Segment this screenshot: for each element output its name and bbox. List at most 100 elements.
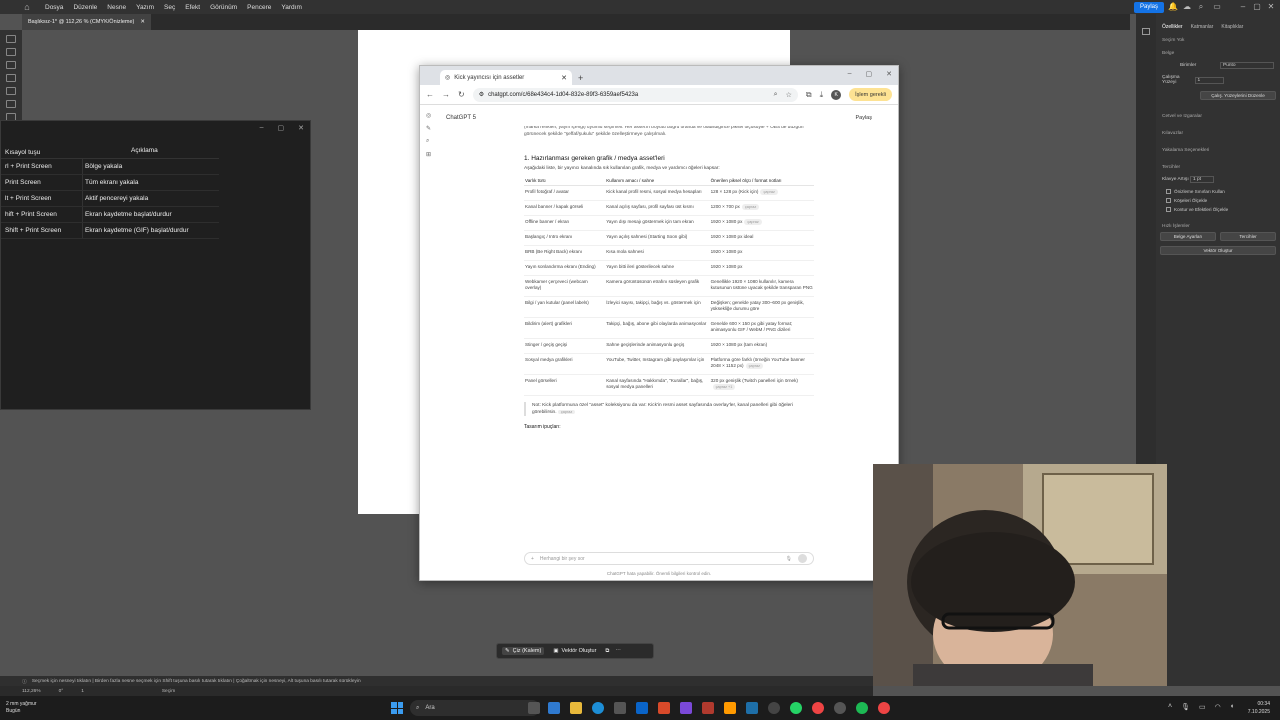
weather-widget[interactable]: 2 mm yağmur Bugün	[6, 701, 37, 715]
comments-icon[interactable]	[1142, 28, 1150, 35]
menu-item-edit[interactable]: Düzenle	[68, 4, 102, 11]
magic-wand-tool-icon[interactable]	[6, 61, 16, 69]
minimize-icon[interactable]: –	[260, 124, 264, 132]
document-tab[interactable]: Başlıksız-1* @ 112,26 % (CMYK/Önizleme) …	[22, 14, 151, 30]
address-bar[interactable]: ⚙ chatgpt.com/c/68e434c4-1d04-832e-89f3-…	[472, 87, 798, 102]
menu-item-object[interactable]: Nesne	[102, 4, 131, 11]
pen-tool-icon[interactable]	[6, 74, 16, 82]
close-tab-icon[interactable]: ✕	[561, 74, 567, 82]
office-icon[interactable]	[658, 702, 670, 714]
chevron-up-icon[interactable]: ˄	[1168, 703, 1172, 711]
browser-tab[interactable]: ◎ Kick yayıncısı için assetler ✕	[440, 70, 572, 85]
draw-pen-button[interactable]: ✎ Çiz (Kalem)	[502, 647, 545, 655]
obsidian-icon[interactable]	[680, 702, 692, 714]
reload-icon[interactable]: ↻	[458, 90, 465, 99]
chrome-profile-icon[interactable]	[878, 702, 890, 714]
share-chat-button[interactable]: Paylaş	[855, 115, 872, 121]
menu-item-type[interactable]: Yazım	[131, 4, 159, 11]
microphone-icon[interactable]: 🎙	[786, 556, 792, 562]
close-icon[interactable]: ✕	[886, 70, 892, 78]
volume-icon[interactable]: ◖	[1230, 703, 1234, 711]
edge-icon[interactable]	[592, 702, 604, 714]
library-icon[interactable]: ⊞	[426, 151, 436, 158]
selection-tool-icon[interactable]	[6, 35, 16, 43]
minimize-icon[interactable]: –	[1238, 2, 1248, 12]
more-icon[interactable]: ⋯	[615, 648, 621, 654]
tab-layers[interactable]: Katmanlar	[1191, 24, 1214, 30]
extensions-icon[interactable]: ⧉	[806, 90, 812, 100]
composer-input[interactable]: Herhangi bir şey sor	[540, 556, 585, 562]
download-icon[interactable]: ⤓	[820, 90, 824, 100]
artboard-number[interactable]: 1	[81, 689, 84, 694]
zoom-level[interactable]: 112,26%	[22, 689, 41, 694]
profile-avatar[interactable]: K	[831, 89, 842, 100]
github-icon[interactable]	[768, 702, 780, 714]
rotation-angle[interactable]: 0°	[59, 689, 64, 694]
display-icon[interactable]: ▭	[1199, 703, 1206, 711]
store-icon[interactable]	[614, 702, 626, 714]
steam-icon[interactable]	[746, 702, 758, 714]
outlook-icon[interactable]	[636, 702, 648, 714]
close-icon[interactable]: ✕	[298, 124, 304, 132]
source-pill[interactable]: çapraz	[741, 204, 760, 210]
chrome-icon[interactable]	[812, 702, 824, 714]
keyboard-increment-input[interactable]: 1 pt	[1190, 176, 1214, 183]
checkbox[interactable]	[1166, 207, 1171, 212]
menu-item-help[interactable]: Yardım	[276, 4, 306, 11]
attach-icon[interactable]: +	[531, 556, 534, 562]
menu-item-view[interactable]: Görünüm	[205, 4, 242, 11]
document-setup-button[interactable]: Belge Ayarları	[1160, 232, 1216, 241]
minimize-icon[interactable]: –	[848, 70, 852, 78]
model-selector[interactable]: ChatGPT 5	[446, 115, 476, 121]
whatsapp-icon[interactable]	[790, 702, 802, 714]
rectangle-tool-icon[interactable]	[6, 100, 16, 108]
start-button[interactable]	[391, 702, 403, 714]
artboard-icon[interactable]: ⧉	[605, 648, 609, 655]
menu-item-select[interactable]: Seç	[159, 4, 180, 11]
chat-composer[interactable]: + Herhangi bir şey sor 🎙	[524, 552, 814, 565]
vectorize-button[interactable]: ▣ Vektör Oluştur	[550, 647, 599, 655]
search-icon[interactable]: ⌕	[426, 138, 436, 145]
acrobat-icon[interactable]	[702, 702, 714, 714]
tab-libraries[interactable]: Kitaplıklar	[1221, 24, 1243, 30]
checkbox[interactable]	[1166, 198, 1171, 203]
new-tab-icon[interactable]: +	[578, 73, 583, 83]
bell-icon[interactable]: 🔔	[1168, 2, 1178, 12]
close-icon[interactable]: ✕	[140, 19, 145, 25]
new-chat-icon[interactable]: ✎	[426, 125, 436, 132]
maximize-icon[interactable]: ▢	[866, 70, 873, 78]
menu-item-effect[interactable]: Efekt	[180, 4, 205, 11]
preferences-button[interactable]: Tercihler	[1220, 232, 1276, 241]
tab-properties[interactable]: Özellikler	[1162, 24, 1183, 30]
source-pill[interactable]: çapraz	[760, 189, 778, 195]
source-pill[interactable]: çapraz	[744, 219, 762, 225]
search-icon[interactable]: ⌕	[1196, 2, 1206, 12]
direct-selection-tool-icon[interactable]	[6, 48, 16, 56]
file-explorer-icon[interactable]	[570, 702, 582, 714]
source-pill[interactable]: çapraz	[745, 363, 763, 369]
zoom-icon[interactable]: ⌕	[774, 91, 778, 99]
maximize-icon[interactable]: ▢	[278, 124, 285, 132]
menu-item-file[interactable]: Dosya	[40, 4, 68, 11]
workspace-icon[interactable]: ▭	[1212, 2, 1222, 12]
type-tool-icon[interactable]	[6, 87, 16, 95]
vectorize-button[interactable]: Vektör Oluştur	[1160, 246, 1276, 255]
share-button[interactable]: Paylaş	[1133, 2, 1164, 13]
update-button[interactable]: İşlem gerekli	[849, 88, 892, 101]
cloud-icon[interactable]: ☁	[1182, 2, 1192, 12]
maximize-icon[interactable]: ▢	[1252, 2, 1262, 12]
voice-mode-button[interactable]	[798, 554, 807, 563]
artboard-select[interactable]: 1	[1194, 76, 1224, 84]
edit-artboards-button[interactable]: Çalış. Yüzeylerini Düzenle	[1200, 91, 1276, 100]
home-icon[interactable]: ⌂	[20, 0, 34, 14]
wifi-icon[interactable]: ◠	[1215, 703, 1221, 711]
close-icon[interactable]: ✕	[1266, 2, 1276, 12]
forward-icon[interactable]: →	[442, 90, 450, 99]
copilot-icon[interactable]	[548, 702, 560, 714]
settings-icon[interactable]	[834, 702, 846, 714]
illustrator-icon[interactable]	[724, 702, 736, 714]
task-view-icon[interactable]	[528, 702, 540, 714]
microphone-icon[interactable]: 🎙	[1181, 703, 1190, 711]
units-select[interactable]: Punto	[1220, 62, 1274, 69]
menu-item-window[interactable]: Pencere	[242, 4, 276, 11]
